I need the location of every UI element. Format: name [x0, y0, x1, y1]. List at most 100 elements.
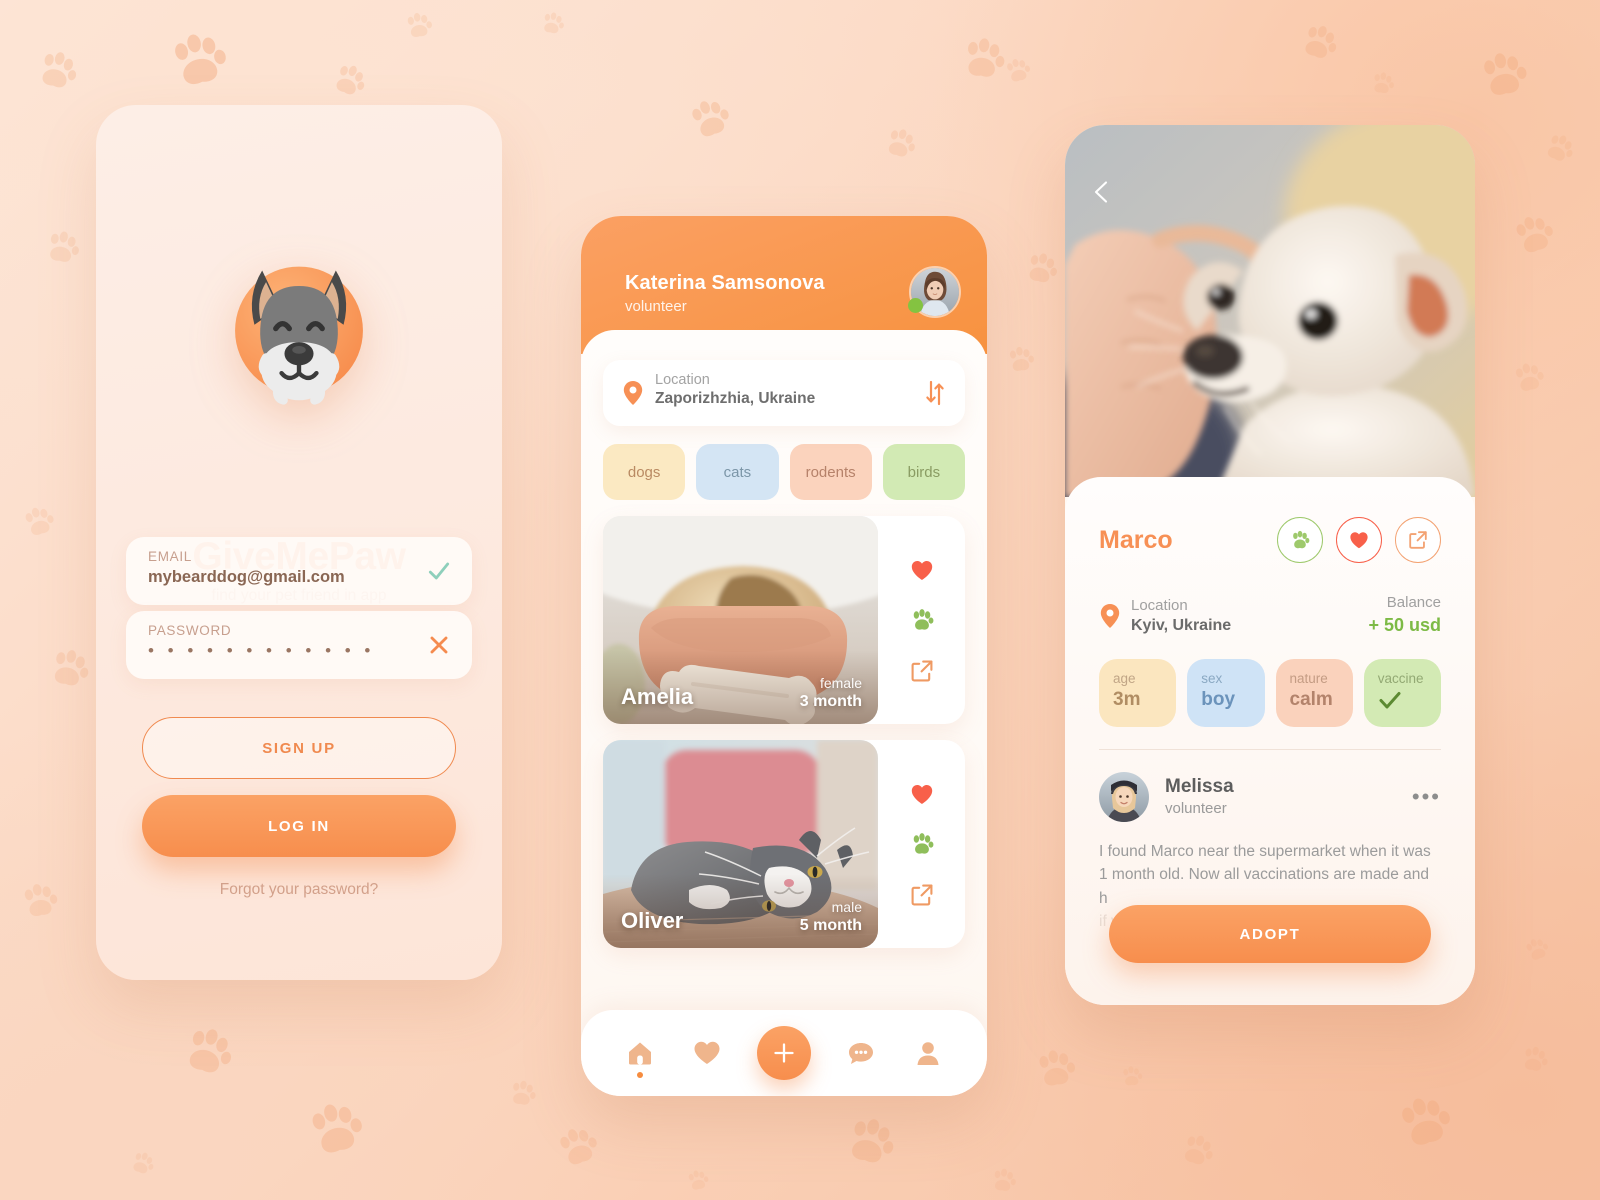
volunteer-role: volunteer: [1165, 799, 1227, 817]
paw-print-icon: [1520, 932, 1554, 966]
pet-meta: female 3 month: [800, 675, 862, 713]
category-chip-cats[interactable]: cats: [696, 444, 779, 500]
password-field[interactable]: PASSWORD • • • • • • • • • • • •: [126, 611, 472, 679]
pet-card-actions: [878, 740, 965, 948]
pet-sex: female: [819, 674, 862, 691]
paw-print-icon: [1175, 1127, 1220, 1172]
close-icon[interactable]: [426, 632, 452, 658]
volunteer-row: Melissa volunteer •••: [1099, 771, 1441, 822]
tab-add-button[interactable]: [756, 1026, 811, 1080]
paw-print-icon: [682, 90, 738, 146]
attribute-vaccine: vaccine: [1363, 658, 1441, 727]
pet-detail-screen: Marco Location Kyiv, Ukraine Balance + 5…: [1065, 125, 1475, 1005]
share-icon[interactable]: [909, 658, 935, 684]
paw-print-icon: [1001, 53, 1035, 87]
location-label: Location: [655, 372, 710, 388]
pet-card[interactable]: Oliver male 5 month: [603, 740, 965, 948]
pet-photo: Amelia female 3 month: [603, 516, 878, 724]
pet-attribute-list: age 3m sex boy nature calm vaccine: [1099, 658, 1441, 727]
attribute-label: nature: [1289, 670, 1328, 686]
hero-photo: [1065, 125, 1475, 497]
password-field-value: • • • • • • • • • • • •: [148, 641, 375, 660]
pet-action-buttons: [1277, 517, 1441, 563]
share-icon: [1409, 531, 1427, 549]
sign-up-button[interactable]: SIGN UP: [142, 717, 456, 779]
paw-print-icon: [838, 1108, 903, 1173]
paw-print-icon: [1539, 127, 1581, 169]
avatar[interactable]: [908, 266, 961, 318]
log-in-button[interactable]: LOG IN: [142, 795, 456, 857]
favorite-button[interactable]: [1336, 517, 1382, 563]
password-field-label: PASSWORD: [148, 623, 232, 638]
pet-meta: male 5 month: [800, 899, 862, 937]
paw-print-icon: [1119, 1063, 1145, 1089]
paw-print-icon: [1005, 343, 1038, 376]
email-field[interactable]: EMAIL mybearddog@gmail.com: [126, 537, 472, 605]
volunteer-avatar[interactable]: [1099, 771, 1149, 822]
attribute-label: sex: [1201, 670, 1223, 686]
paw-print-icon: [402, 8, 436, 42]
paw-print-icon: [538, 8, 568, 38]
paw-print-icon: [880, 122, 922, 164]
adopt-paw-button[interactable]: [1277, 517, 1323, 563]
location-value: Zaporizhzhia, Ukraine: [655, 390, 816, 408]
pet-card[interactable]: Amelia female 3 month: [603, 516, 965, 724]
email-field-label: EMAIL: [148, 549, 193, 564]
description-line-2: 1 month old. Now all vaccinations are ma…: [1099, 866, 1429, 884]
pet-age: 3 month: [799, 693, 862, 710]
share-button[interactable]: [1395, 517, 1441, 563]
paw-print-icon: [1021, 247, 1064, 290]
forgot-password-link[interactable]: Forgot your password?: [96, 881, 502, 899]
tab-messages[interactable]: [845, 1037, 877, 1069]
paw-print-icon: [126, 1146, 159, 1179]
paw-print-icon: [506, 1076, 540, 1110]
dog-face-logo-icon: [222, 253, 377, 408]
volunteer-name: Melissa: [1165, 776, 1234, 798]
more-horizontal-icon[interactable]: •••: [1412, 785, 1441, 808]
online-status-indicator: [908, 298, 923, 313]
balance-label: Balance: [1386, 594, 1441, 611]
paw-print-icon: [1368, 68, 1397, 97]
user-name: Katerina Samsonova: [625, 272, 825, 294]
pet-photo: Oliver male 5 month: [603, 740, 878, 948]
heart-icon[interactable]: [909, 781, 935, 807]
detail-location-label: Location: [1131, 596, 1188, 614]
tab-home[interactable]: [624, 1037, 656, 1078]
description-line-1: I found Marco near the supermarket when …: [1099, 842, 1431, 860]
paw-print-icon: [1509, 357, 1549, 397]
paw-print-icon: [1031, 1043, 1081, 1093]
adopt-button[interactable]: ADOPT: [1109, 905, 1431, 963]
category-chip-rodents[interactable]: rodents: [789, 444, 872, 500]
pet-card-list: Amelia female 3 month Oliver male 5 mont…: [603, 516, 965, 948]
bottom-tab-bar: [581, 1010, 987, 1096]
share-icon[interactable]: [909, 882, 935, 908]
heart-icon[interactable]: [909, 557, 935, 583]
paw-print-icon: [1518, 1042, 1553, 1077]
sort-filter-icon[interactable]: [923, 380, 947, 406]
tab-profile[interactable]: [912, 1037, 944, 1069]
paw-icon[interactable]: [909, 607, 935, 633]
login-screen: GiveMePaw find your pet friend in app EM…: [96, 105, 502, 980]
attribute-value: calm: [1289, 688, 1333, 710]
heart-icon: [1350, 532, 1368, 549]
paw-print-icon: [300, 1092, 373, 1165]
category-chip-birds[interactable]: birds: [882, 444, 965, 500]
attribute-label: vaccine: [1377, 670, 1424, 686]
detail-location-value: Kyiv, Ukraine: [1131, 617, 1232, 635]
paw-print-icon: [684, 1166, 712, 1194]
pet-name: Marco: [1099, 525, 1173, 554]
check-icon: [426, 558, 452, 584]
paw-print-icon: [41, 225, 85, 269]
paw-icon[interactable]: [909, 831, 935, 857]
paw-print-icon: [17, 877, 63, 923]
pet-name: Oliver: [621, 908, 684, 933]
back-button[interactable]: [1089, 179, 1115, 205]
attribute-label: age: [1113, 670, 1136, 686]
location-selector[interactable]: Location Zaporizhzhia, Ukraine: [603, 360, 965, 426]
feed-body: Location Zaporizhzhia, Ukraine dogs cats r…: [581, 330, 987, 1096]
tab-favorites[interactable]: [691, 1037, 723, 1069]
paw-print-icon: [958, 32, 1011, 85]
attribute-value: boy: [1201, 688, 1236, 710]
category-chip-dogs[interactable]: dogs: [603, 444, 686, 500]
paw-print-icon: [989, 1165, 1020, 1196]
